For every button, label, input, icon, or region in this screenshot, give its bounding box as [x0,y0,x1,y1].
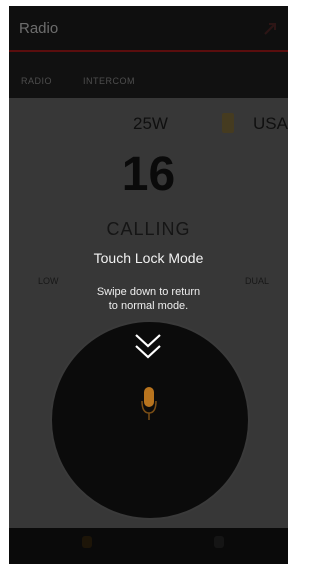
microphone-icon [141,387,157,426]
lock-mode-title: Touch Lock Mode [93,250,204,266]
lock-desc-line-1: Swipe down to return [96,286,201,298]
lock-mode-description: Swipe down to return to normal mode. [9,285,288,313]
double-chevron-down-icon[interactable] [133,332,163,367]
lock-desc-line-2: to normal mode. [108,300,189,312]
phone-screen: Radio RADIO INTERCOM 25W USA 16 CALLING … [9,6,288,564]
